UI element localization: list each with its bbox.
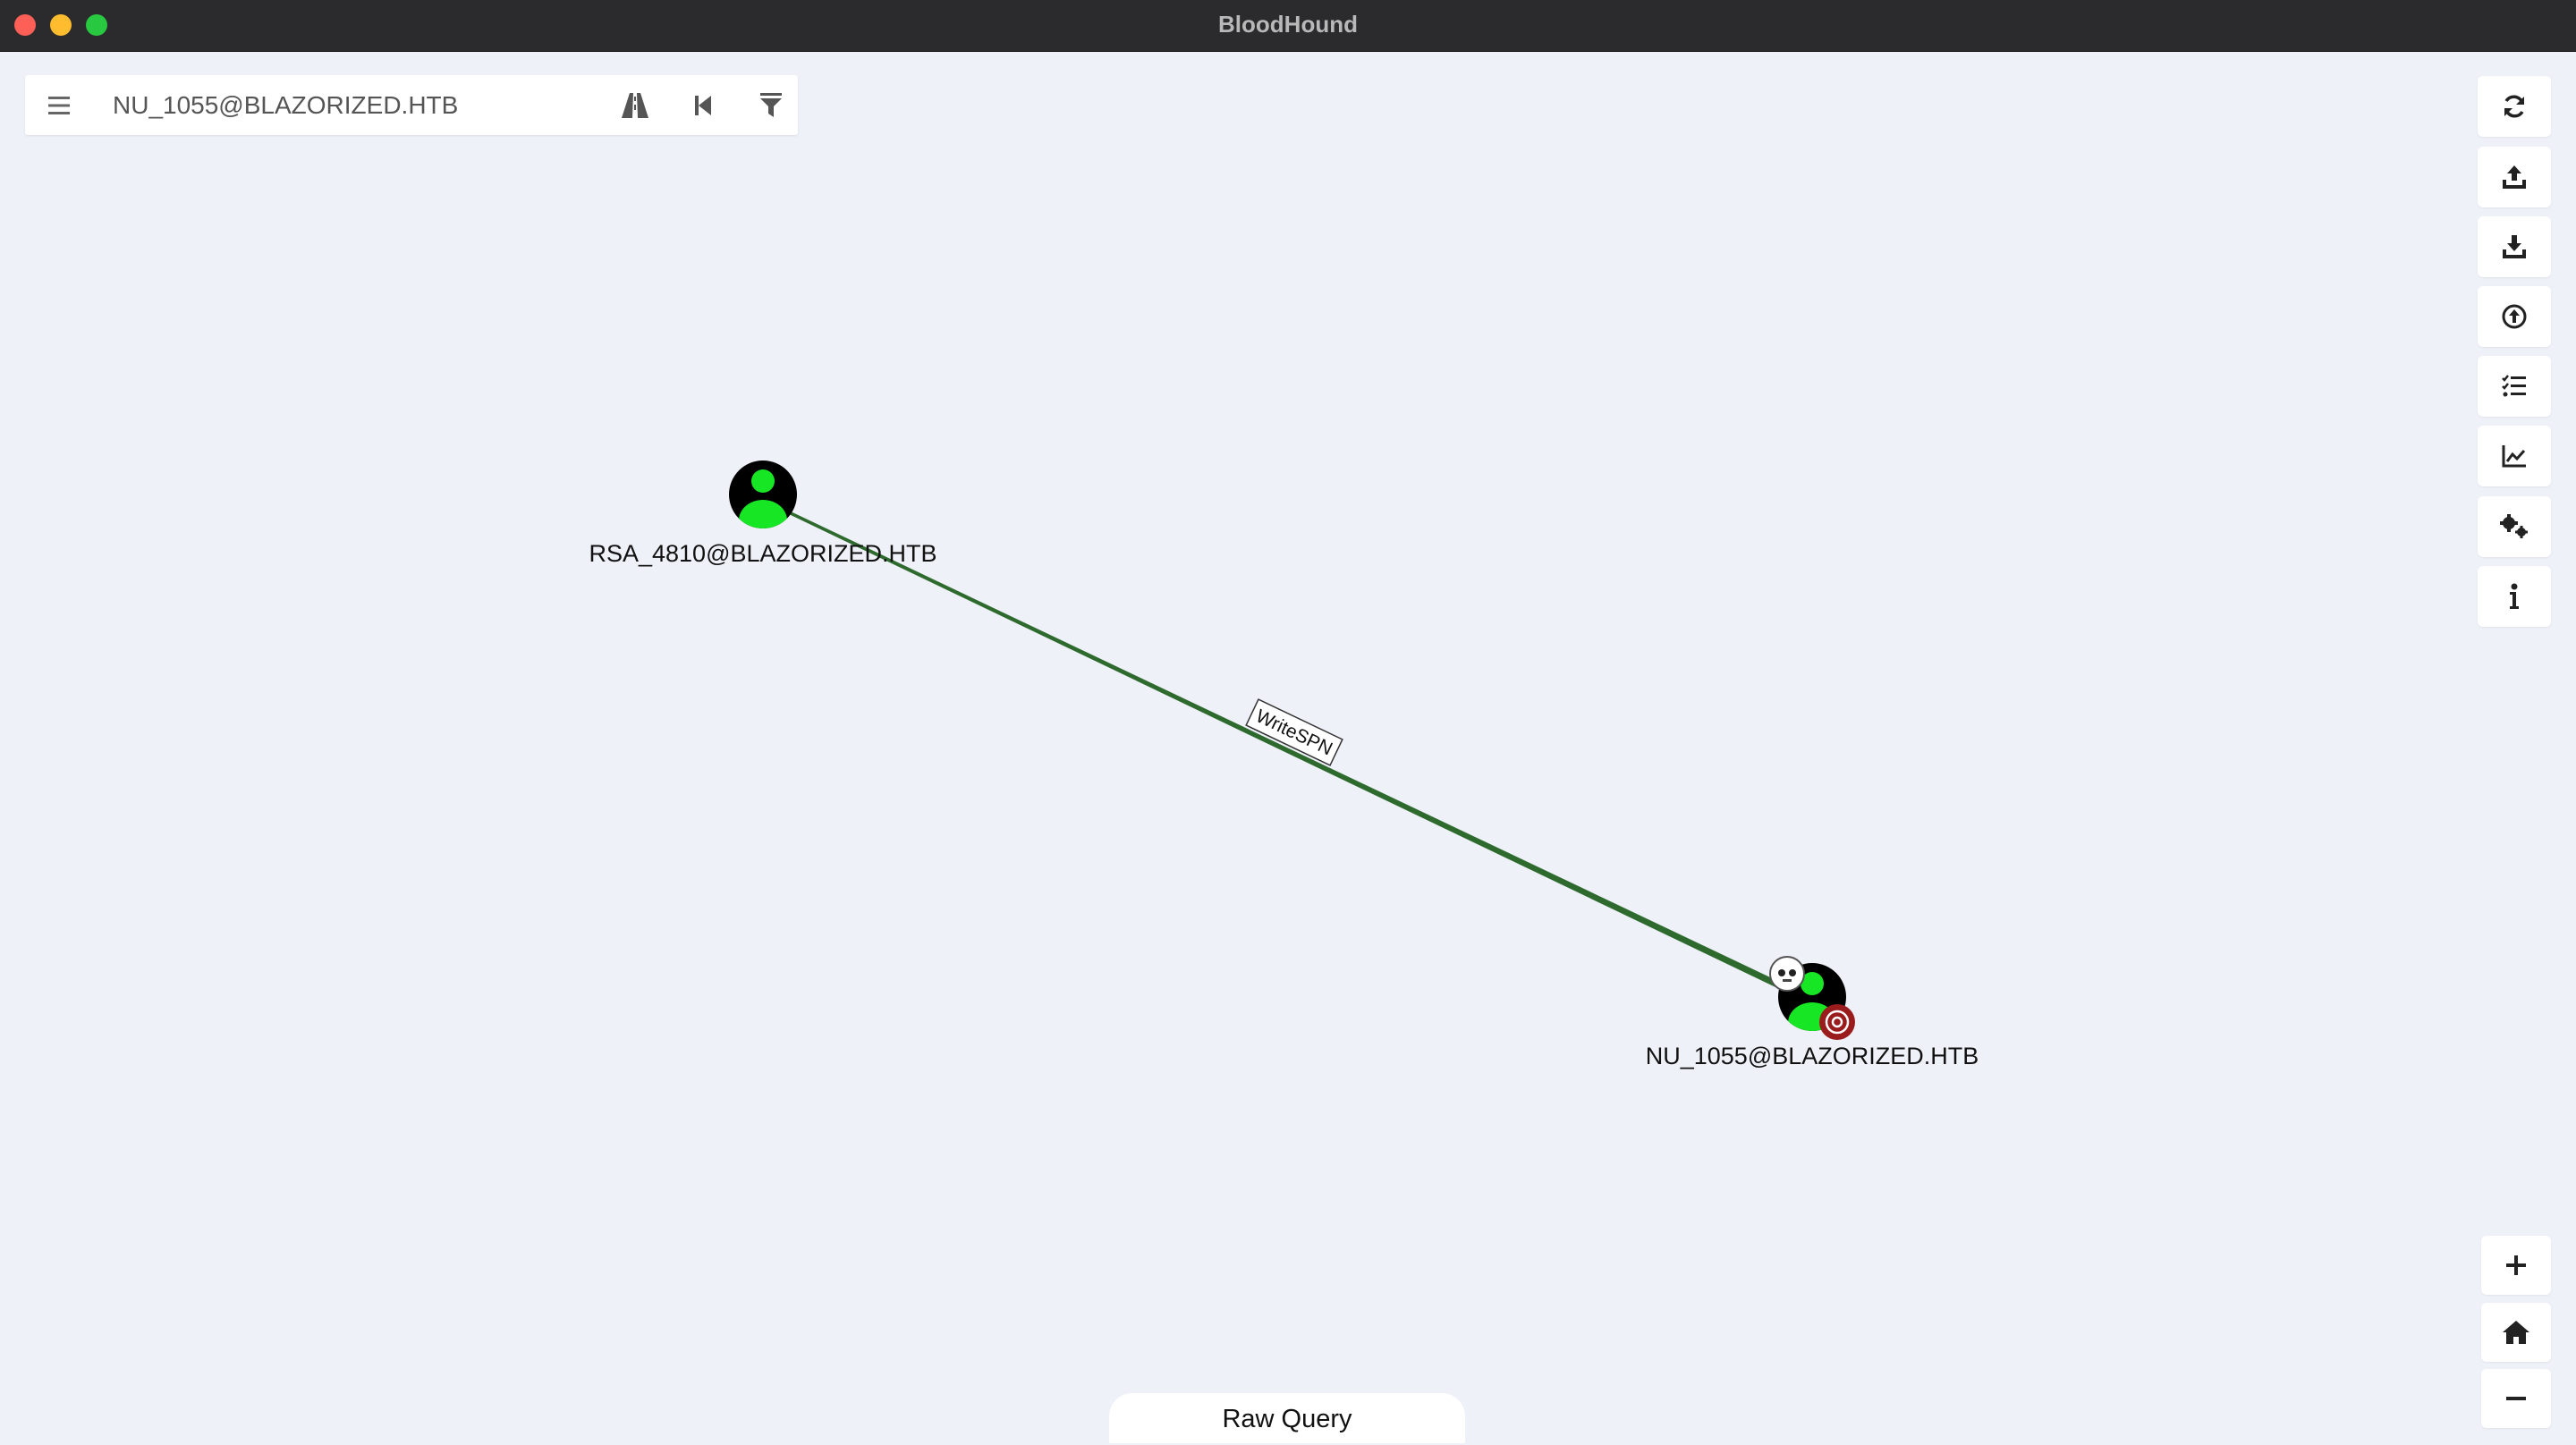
import-icon <box>2502 304 2527 329</box>
zoom-home-button[interactable] <box>2481 1303 2551 1362</box>
queries-button[interactable] <box>2478 356 2551 417</box>
export-button[interactable] <box>2478 147 2551 207</box>
user-node-rsa4810[interactable] <box>729 461 797 541</box>
refresh-icon <box>2504 95 2524 118</box>
upload-data-button[interactable] <box>2478 286 2551 347</box>
graph-canvas[interactable]: WriteSPN RSA_4810@BLAZORIZED.HTB NU_1055… <box>0 51 2576 1443</box>
info-icon <box>2510 583 2519 609</box>
import-button[interactable] <box>2478 216 2551 277</box>
download-icon <box>2503 235 2526 258</box>
high-value-target-icon <box>1819 1004 1855 1040</box>
about-button[interactable] <box>2478 566 2551 627</box>
queries-icon <box>2502 375 2526 397</box>
zoom-in-button[interactable] <box>2481 1236 2551 1295</box>
home-icon <box>2503 1321 2529 1344</box>
settings-icon <box>2500 514 2528 538</box>
refresh-button[interactable] <box>2478 76 2551 137</box>
window-titlebar: BloodHound <box>0 0 2576 52</box>
zoom-out-icon <box>2506 1397 2526 1400</box>
settings-button[interactable] <box>2478 496 2551 557</box>
database-stats-button[interactable] <box>2478 426 2551 486</box>
user-node-nu1055[interactable] <box>1769 956 1855 1044</box>
upload-icon <box>2503 165 2526 189</box>
edge-writespn[interactable] <box>789 511 1796 997</box>
owned-icon <box>1769 956 1805 992</box>
node-label: RSA_4810@BLAZORIZED.HTB <box>589 540 937 567</box>
graph-svg: WriteSPN <box>729 461 1855 1044</box>
zoom-out-button[interactable] <box>2481 1369 2551 1428</box>
database-stats-icon <box>2502 445 2526 468</box>
zoom-in-icon <box>2506 1255 2526 1275</box>
raw-query-button[interactable]: Raw Query <box>1109 1393 1465 1443</box>
node-label: NU_1055@BLAZORIZED.HTB <box>1645 1043 1979 1069</box>
window-title: BloodHound <box>1218 11 1358 38</box>
